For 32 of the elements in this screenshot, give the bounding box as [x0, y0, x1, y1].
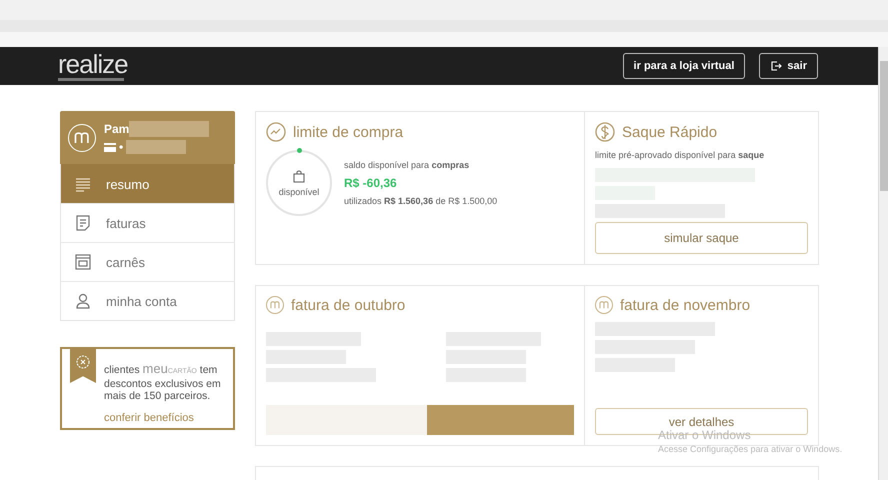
- withdraw-caption: limite pré-aprovado disponível para saque: [595, 150, 766, 160]
- logout-icon: [770, 60, 782, 72]
- ring-label: disponível: [278, 186, 320, 196]
- card-number: •: [119, 140, 124, 154]
- card-icon: [104, 142, 116, 152]
- dollar-icon: [595, 122, 615, 142]
- balance-amount: R$ -60,36: [344, 176, 398, 190]
- card-title: fatura de outubro: [291, 296, 406, 314]
- document-icon: [74, 214, 92, 232]
- simulate-button[interactable]: simular saque: [595, 222, 808, 254]
- card-title: fatura de novembro: [620, 296, 750, 314]
- booklet-icon: [74, 253, 92, 271]
- logo-subtitle-line: [58, 78, 124, 80]
- logo: realize: [58, 52, 128, 76]
- logout-button[interactable]: sair: [759, 53, 818, 79]
- shopping-bag-icon: [293, 170, 305, 182]
- scrollbar[interactable]: [878, 47, 888, 480]
- menu-item[interactable]: resumo: [61, 164, 234, 203]
- benefits-link[interactable]: conferir benefícios: [104, 412, 225, 424]
- store-button[interactable]: ir para a loja virtual: [622, 53, 746, 79]
- redacted-block: [126, 140, 186, 154]
- balance-caption: saldo disponível para compras: [344, 160, 470, 170]
- usage-text: utilizados R$ 1.560,36 de R$ 1.500,00: [344, 196, 498, 206]
- trend-icon: [266, 122, 286, 142]
- m-logo-icon: [68, 124, 96, 152]
- card-title: limite de compra: [293, 124, 404, 140]
- m-logo-icon: [595, 296, 613, 314]
- m-logo-icon: [266, 296, 284, 314]
- user-icon: [74, 292, 92, 310]
- activation-text: Acesse Configurações para ativar o Windows.: [658, 444, 842, 454]
- card-title: Saque Rápido: [622, 124, 718, 140]
- user-name: Pam: [104, 122, 130, 136]
